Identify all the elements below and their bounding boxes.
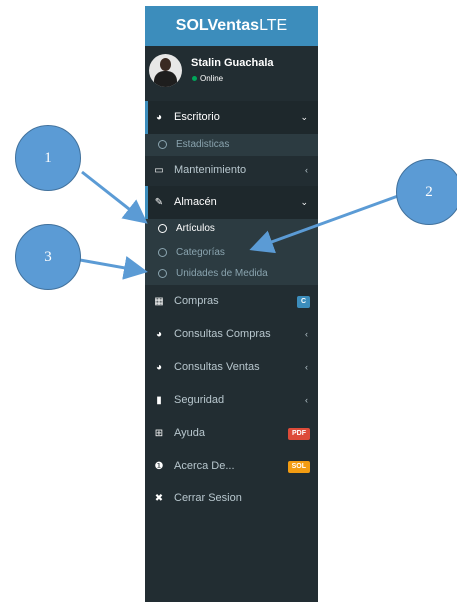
callout-3: 3	[15, 224, 81, 290]
arrow-3	[79, 256, 148, 280]
arrow-2	[249, 194, 399, 254]
annotation-arrows	[79, 170, 399, 280]
arrow-1	[81, 170, 148, 224]
callout-1: 1	[15, 125, 81, 191]
callout-2: 2	[396, 159, 457, 225]
